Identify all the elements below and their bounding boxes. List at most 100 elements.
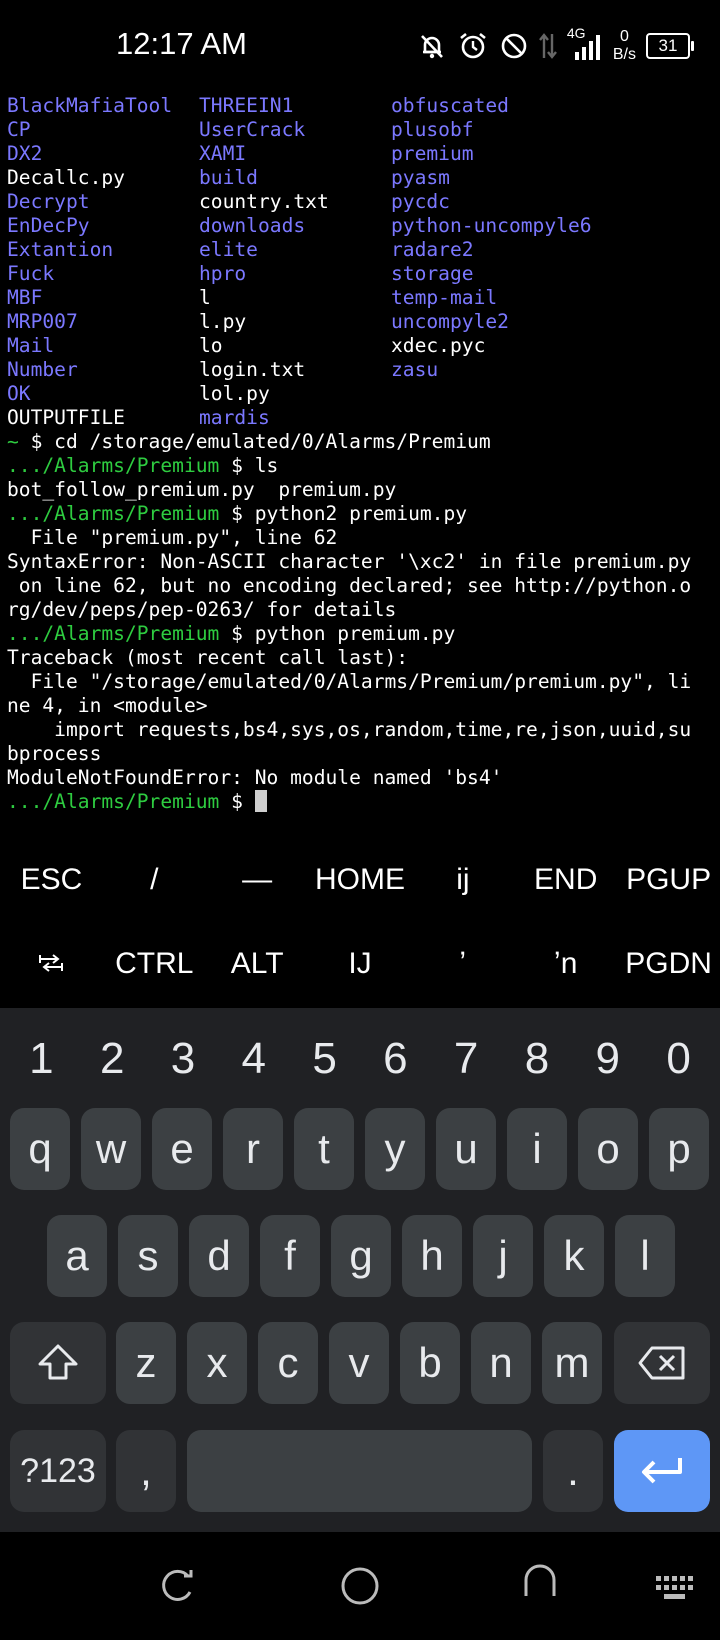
ls-directory: MBF xyxy=(7,286,43,309)
back-icon[interactable] xyxy=(522,1562,558,1602)
key-3[interactable]: 3 xyxy=(153,1024,213,1094)
pgup-key[interactable]: PGUP xyxy=(617,863,720,897)
backspace-icon xyxy=(638,1346,685,1380)
ij-key[interactable]: ij xyxy=(411,863,514,897)
ls-directory: mardis xyxy=(199,406,270,429)
key-2[interactable]: 2 xyxy=(82,1024,142,1094)
home-icon[interactable] xyxy=(340,1566,380,1610)
key-p[interactable]: p xyxy=(649,1108,709,1190)
key-n[interactable]: n xyxy=(471,1322,531,1404)
key-5[interactable]: 5 xyxy=(295,1024,355,1094)
period-key[interactable]: . xyxy=(543,1430,603,1512)
key-a[interactable]: a xyxy=(47,1215,107,1297)
status-icons: 4G 0 B/s 31 xyxy=(417,24,694,68)
speed-unit: B/s xyxy=(612,46,636,63)
extra-keys-row-1: ESC / — HOME ij END PGUP xyxy=(0,838,720,922)
key-j[interactable]: j xyxy=(473,1215,533,1297)
terminal-line: import requests,bs4,sys,os,random,time,r… xyxy=(7,718,713,742)
key-l[interactable]: l xyxy=(615,1215,675,1297)
number-row: 1 2 3 4 5 6 7 8 9 0 xyxy=(0,1024,720,1094)
key-7[interactable]: 7 xyxy=(436,1024,496,1094)
ls-row: OUTPUTFILE mardis xyxy=(7,406,713,430)
ls-directory: obfuscated xyxy=(391,94,509,117)
key-z[interactable]: z xyxy=(116,1322,176,1404)
key-0[interactable]: 0 xyxy=(649,1024,709,1094)
key-g[interactable]: g xyxy=(331,1215,391,1297)
enter-icon xyxy=(642,1458,682,1484)
ls-directory: storage xyxy=(391,262,474,285)
symbols-key[interactable]: ?123 xyxy=(10,1430,106,1512)
ls-row: CP UserCrack plusobf xyxy=(7,118,713,142)
key-1[interactable]: 1 xyxy=(11,1024,71,1094)
keyboard-switch-icon[interactable] xyxy=(656,1576,694,1604)
key-q[interactable]: q xyxy=(10,1108,70,1190)
line-text: File "/storage/emulated/0/Alarms/Premium… xyxy=(7,670,692,693)
space-key[interactable] xyxy=(187,1430,532,1512)
key-y[interactable]: y xyxy=(365,1108,425,1190)
terminal-output[interactable]: BlackMafiaTool THREEIN1 obfuscated CP UserCr… xyxy=(7,94,713,814)
key-t[interactable]: t xyxy=(294,1108,354,1190)
key-u[interactable]: u xyxy=(436,1108,496,1190)
comma-key[interactable]: , xyxy=(116,1430,176,1512)
terminal-line: .../Alarms/Premium $ python premium.py xyxy=(7,622,713,646)
key-h[interactable]: h xyxy=(402,1215,462,1297)
current-prompt-line[interactable]: .../Alarms/Premium $ xyxy=(7,790,713,814)
ls-directory: Number xyxy=(7,358,78,381)
line-text: ne 4, in <module> xyxy=(7,694,208,717)
ls-directory: python-uncompyle6 xyxy=(391,214,592,237)
ls-file: lol.py xyxy=(199,382,270,405)
ls-row: BlackMafiaTool THREEIN1 obfuscated xyxy=(7,94,713,118)
key-i[interactable]: i xyxy=(507,1108,567,1190)
shift-icon xyxy=(38,1344,78,1380)
key-8[interactable]: 8 xyxy=(507,1024,567,1094)
apostrophe-n-key[interactable]: ʼn xyxy=(514,947,617,981)
dash-key[interactable]: — xyxy=(206,863,309,897)
key-v[interactable]: v xyxy=(329,1322,389,1404)
key-b[interactable]: b xyxy=(400,1322,460,1404)
key-w[interactable]: w xyxy=(81,1108,141,1190)
shift-key[interactable] xyxy=(10,1322,106,1404)
terminal-line: on line 62, but no encoding declared; se… xyxy=(7,574,713,598)
enter-key[interactable] xyxy=(614,1430,710,1512)
key-s[interactable]: s xyxy=(118,1215,178,1297)
terminal-line: ne 4, in <module> xyxy=(7,694,713,718)
key-4[interactable]: 4 xyxy=(224,1024,284,1094)
ls-directory: elite xyxy=(199,238,258,261)
key-o[interactable]: o xyxy=(578,1108,638,1190)
tab-key[interactable] xyxy=(0,947,103,981)
mute-bell-icon xyxy=(417,31,447,61)
key-9[interactable]: 9 xyxy=(578,1024,638,1094)
esc-key[interactable]: ESC xyxy=(0,863,103,897)
ls-file: l.py xyxy=(199,310,247,333)
key-e[interactable]: e xyxy=(152,1108,212,1190)
pgdn-key[interactable]: PGDN xyxy=(617,947,720,981)
home-key[interactable]: HOME xyxy=(309,863,412,897)
prompt-path: .../Alarms/Premium xyxy=(7,502,220,525)
ctrl-key[interactable]: CTRL xyxy=(103,947,206,981)
backspace-key[interactable] xyxy=(614,1322,710,1404)
key-r[interactable]: r xyxy=(223,1108,283,1190)
ls-directory: plusobf xyxy=(391,118,474,141)
extra-keys-bar: ESC / — HOME ij END PGUP CTRL ALT IJ ʼ ʼ… xyxy=(0,838,720,1008)
alt-key[interactable]: ALT xyxy=(206,947,309,981)
end-key[interactable]: END xyxy=(514,863,617,897)
terminal-line: bprocess xyxy=(7,742,713,766)
IJ-key[interactable]: IJ xyxy=(309,947,412,981)
line-text: import requests,bs4,sys,os,random,time,r… xyxy=(7,718,692,741)
apostrophe-key[interactable]: ʼ xyxy=(411,947,514,981)
key-d[interactable]: d xyxy=(189,1215,249,1297)
key-k[interactable]: k xyxy=(544,1215,604,1297)
key-m[interactable]: m xyxy=(542,1322,602,1404)
key-x[interactable]: x xyxy=(187,1322,247,1404)
key-f[interactable]: f xyxy=(260,1215,320,1297)
key-c[interactable]: c xyxy=(258,1322,318,1404)
slash-key[interactable]: / xyxy=(103,863,206,897)
key-6[interactable]: 6 xyxy=(365,1024,425,1094)
signal-icon: 4G xyxy=(567,26,603,64)
line-text: ModuleNotFoundError: No module named 'bs… xyxy=(7,766,503,789)
network-speed: 0 B/s xyxy=(613,28,636,64)
prompt-suffix: $ xyxy=(219,790,255,813)
terminal-line: .../Alarms/Premium $ python2 premium.py xyxy=(7,502,713,526)
recents-icon[interactable] xyxy=(160,1568,196,1608)
ls-directory: DX2 xyxy=(7,142,43,165)
